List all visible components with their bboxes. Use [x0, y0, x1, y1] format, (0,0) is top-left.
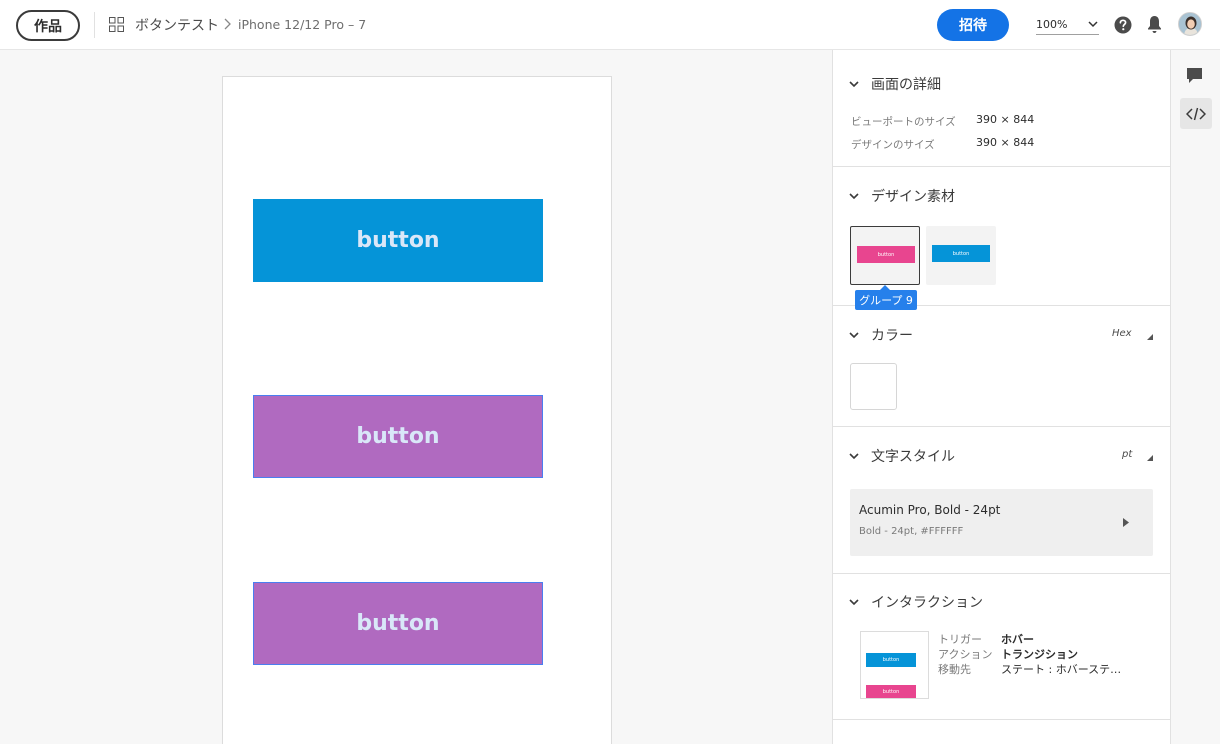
design-size-value: 390 × 844: [976, 136, 1035, 149]
screen-details-header[interactable]: 画面の詳細: [849, 75, 941, 93]
chevron-down-icon: [849, 192, 859, 199]
prototype-button-purple[interactable]: button: [253, 582, 543, 665]
section-title: カラー: [871, 328, 913, 344]
grid-icon[interactable]: [109, 17, 124, 32]
design-size-label: デザインのサイズ: [851, 139, 935, 151]
section-title: インタラクション: [871, 595, 983, 611]
action-value: トランジション: [1001, 648, 1078, 661]
chevron-down-icon: [849, 80, 859, 87]
color-format-select[interactable]: Hex: [1112, 328, 1132, 339]
text-style-detail: Bold - 24pt, #FFFFFF: [859, 526, 964, 537]
trigger-value: ホバー: [1001, 633, 1034, 646]
chevron-down-icon: [849, 331, 859, 338]
asset-thumbnail[interactable]: button: [850, 226, 920, 285]
viewport-label: ビューポートのサイズ: [851, 116, 956, 128]
section-title: 文字スタイル: [871, 449, 955, 465]
inspect-panel: 画面の詳細 ビューポートのサイズ 390 × 844 デザインのサイズ 390 …: [832, 50, 1171, 744]
top-bar: 作品 ボタンテスト iPhone 12/12 Pro – 7 招待 100%: [0, 0, 1220, 50]
prototype-button-blue[interactable]: button: [253, 199, 543, 282]
invite-button[interactable]: 招待: [937, 9, 1009, 41]
destination-value: ステート : ホバーステ…: [1001, 663, 1122, 676]
text-unit-select[interactable]: pt: [1122, 449, 1132, 460]
zoom-value: 100%: [1036, 18, 1068, 31]
bell-icon[interactable]: [1146, 15, 1163, 34]
thumb-button-pink: button: [866, 685, 916, 698]
chevron-down-icon: [849, 452, 859, 459]
breadcrumb-project[interactable]: ボタンテスト: [135, 15, 219, 35]
text-style-card[interactable]: Acumin Pro, Bold - 24pt Bold - 24pt, #FF…: [850, 489, 1153, 556]
avatar[interactable]: [1178, 12, 1202, 36]
right-rail: [1170, 50, 1220, 744]
action-label: アクション: [938, 648, 993, 661]
chevron-right-icon: [224, 18, 231, 30]
artboard: button button button: [222, 76, 612, 744]
prototype-button-purple[interactable]: button: [253, 395, 543, 478]
section-title: デザイン素材: [871, 189, 955, 205]
code-icon: [1186, 107, 1206, 120]
color-swatch[interactable]: [850, 363, 897, 410]
colors-header[interactable]: カラー: [849, 326, 913, 344]
comment-icon[interactable]: [1186, 67, 1203, 84]
asset-preview-button: button: [857, 246, 915, 263]
section-title: 画面の詳細: [871, 77, 941, 93]
asset-thumbnail[interactable]: button: [926, 226, 996, 285]
text-styles-header[interactable]: 文字スタイル: [849, 447, 955, 465]
design-assets-header[interactable]: デザイン素材: [849, 187, 955, 205]
chevron-down-icon: [849, 598, 859, 605]
interactions-header[interactable]: インタラクション: [849, 593, 983, 611]
trigger-label: トリガー: [938, 633, 982, 646]
dropdown-triangle-icon[interactable]: [1147, 455, 1153, 461]
user-photo-icon: [1179, 13, 1201, 35]
divider: [94, 12, 95, 38]
caret-right-icon: [1123, 518, 1129, 527]
inspect-code-button[interactable]: [1180, 98, 1212, 129]
destination-label: 移動先: [938, 663, 971, 676]
chevron-down-icon[interactable]: [1088, 21, 1098, 28]
interaction-thumbnail[interactable]: button button: [860, 631, 929, 699]
breadcrumb-screen: iPhone 12/12 Pro – 7: [238, 17, 367, 32]
viewport-value: 390 × 844: [976, 113, 1035, 126]
text-style-name: Acumin Pro, Bold - 24pt: [859, 503, 1001, 517]
thumb-button-blue: button: [866, 653, 916, 667]
asset-preview-button: button: [932, 245, 990, 262]
works-button[interactable]: 作品: [16, 10, 80, 41]
help-icon[interactable]: [1114, 16, 1132, 34]
dropdown-triangle-icon[interactable]: [1147, 334, 1153, 340]
